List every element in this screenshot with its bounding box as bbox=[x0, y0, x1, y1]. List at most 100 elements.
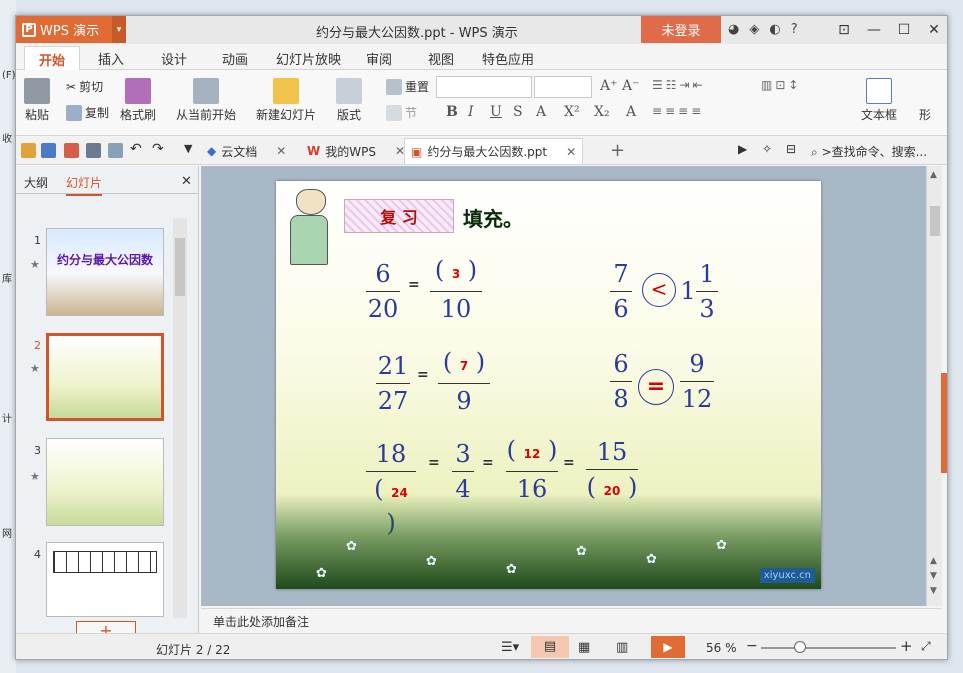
font-size-select[interactable] bbox=[534, 76, 592, 98]
close-icon[interactable]: ✕ bbox=[566, 145, 576, 159]
list-buttons[interactable]: ☰ ☷ ⇥ ⇤ bbox=[652, 78, 703, 92]
scroll-down-icon[interactable]: ▼ bbox=[930, 586, 937, 596]
from-current-button[interactable]: 从当前开始 bbox=[176, 78, 236, 123]
new-tab-icon[interactable]: + bbox=[610, 140, 625, 161]
slide-2[interactable]: 复 习 填充。 6 20 = ( 3 ) 10 21 27 = ( 7 ) 9 18( … bbox=[276, 181, 821, 589]
close-icon[interactable]: ✕ bbox=[181, 174, 192, 189]
zoom-out-icon[interactable]: − bbox=[746, 638, 758, 654]
number-list-icon[interactable]: ☷ bbox=[666, 78, 677, 92]
tab-outline[interactable]: 大纲 bbox=[24, 174, 48, 191]
print-icon[interactable] bbox=[86, 143, 101, 158]
bold-button[interactable]: B bbox=[446, 104, 458, 120]
restore-ribbon-icon[interactable]: ⊡ bbox=[829, 16, 859, 43]
tab-insert[interactable]: 插入 bbox=[98, 49, 124, 68]
skin-icon[interactable]: ◕ bbox=[728, 22, 739, 37]
dropdown-icon[interactable]: ▼ bbox=[184, 142, 192, 155]
zoom-slider-knob[interactable] bbox=[794, 641, 807, 653]
tab-design[interactable]: 设计 bbox=[161, 49, 187, 68]
cut-button[interactable]: ✂ 剪切 bbox=[66, 78, 103, 95]
slide-thumbnail-1[interactable]: 约分与最大公因数 bbox=[46, 228, 164, 316]
increase-font-icon[interactable]: A⁺ bbox=[600, 78, 618, 94]
decrease-font-icon[interactable]: A⁻ bbox=[622, 78, 640, 94]
doc-tab-cloud[interactable]: ◆ 云文档 ✕ bbox=[201, 138, 292, 164]
help-icon[interactable]: ? bbox=[791, 22, 798, 37]
scroll-up-icon[interactable]: ▲ bbox=[930, 170, 937, 180]
notes-area[interactable]: 单击此处添加备注 bbox=[201, 608, 941, 632]
minimize-button[interactable]: — bbox=[859, 16, 889, 43]
tab-view[interactable]: 视图 bbox=[428, 49, 454, 68]
tab-home[interactable]: 开始 bbox=[24, 46, 81, 70]
fit-window-icon[interactable]: ⤢ bbox=[921, 639, 931, 654]
canvas-scrollbar[interactable]: ▲ ▲ ▼ ▼ bbox=[926, 166, 942, 606]
zoom-slider[interactable] bbox=[761, 647, 896, 649]
strikethrough-button[interactable]: S bbox=[513, 104, 523, 120]
share-icon[interactable]: ▶ bbox=[738, 142, 747, 156]
doc-tab-mywps[interactable]: W 我的WPS ✕ bbox=[301, 138, 411, 164]
underline-button[interactable]: U bbox=[490, 104, 502, 120]
outdent-icon[interactable]: ⇤ bbox=[693, 78, 703, 92]
reset-button[interactable]: 重置 bbox=[386, 78, 429, 95]
copy-button[interactable]: 复制 bbox=[66, 104, 109, 121]
list-menu-icon[interactable]: ☰▾ bbox=[501, 640, 519, 655]
clear-format-icon[interactable]: A bbox=[626, 104, 636, 120]
align-left-icon[interactable]: ≡ bbox=[652, 104, 662, 118]
align-right-icon[interactable]: ≡ bbox=[678, 104, 688, 118]
zoom-in-icon[interactable]: + bbox=[900, 637, 913, 655]
border-icon[interactable]: ⊡ bbox=[775, 78, 785, 92]
prev-slide-icon[interactable]: ▲ bbox=[930, 556, 937, 566]
new-slide-button[interactable]: 新建幻灯片 bbox=[256, 78, 316, 123]
undo-icon[interactable]: ↶ bbox=[130, 141, 142, 157]
open-icon[interactable] bbox=[21, 143, 36, 158]
tab-special[interactable]: 特色应用 bbox=[482, 49, 534, 68]
reading-view-icon[interactable]: ▥ bbox=[616, 640, 628, 655]
chevron-down-icon[interactable]: ▾ bbox=[112, 16, 126, 43]
slide-thumbnail-2[interactable] bbox=[46, 333, 164, 421]
format-painter-button[interactable]: 格式刷 bbox=[120, 78, 156, 123]
section-button[interactable]: 节 bbox=[386, 104, 417, 121]
maximize-button[interactable]: ☐ bbox=[889, 16, 919, 43]
font-name-select[interactable] bbox=[436, 76, 532, 98]
close-icon[interactable]: ✕ bbox=[276, 144, 286, 158]
superscript-button[interactable]: X² bbox=[564, 104, 580, 120]
layout-button[interactable]: 版式 bbox=[336, 78, 362, 123]
indent-icon[interactable]: ⇥ bbox=[680, 78, 690, 92]
tab-animation[interactable]: 动画 bbox=[222, 49, 248, 68]
close-button[interactable]: ✕ bbox=[919, 16, 947, 43]
login-button[interactable]: 未登录 bbox=[641, 16, 721, 43]
columns-icon[interactable]: ▥ bbox=[761, 78, 772, 92]
justify-icon[interactable]: ≡ bbox=[691, 104, 701, 118]
tab-slideshow[interactable]: 幻灯片放映 bbox=[276, 49, 341, 68]
collapse-icon[interactable]: ⊟ bbox=[786, 142, 796, 156]
save-icon[interactable] bbox=[41, 143, 56, 158]
next-slide-icon[interactable]: ▼ bbox=[930, 571, 937, 581]
panel-scrollbar[interactable] bbox=[173, 218, 187, 618]
preview-icon[interactable] bbox=[108, 143, 123, 158]
feedback-icon[interactable]: ◐ bbox=[769, 22, 780, 37]
font-color-button[interactable]: A bbox=[536, 104, 546, 120]
table-buttons[interactable]: ▥ ⊡ ↕ bbox=[761, 78, 798, 92]
tools-icon[interactable]: ✧ bbox=[762, 142, 772, 156]
slide-thumbnail-4[interactable] bbox=[46, 542, 164, 617]
normal-view-button[interactable]: ▤ bbox=[531, 636, 569, 658]
tab-review[interactable]: 审阅 bbox=[366, 49, 392, 68]
textbox-button[interactable]: 文本框 bbox=[861, 78, 897, 123]
bullet-list-icon[interactable]: ☰ bbox=[652, 78, 663, 92]
redo-icon[interactable]: ↷ bbox=[152, 141, 164, 157]
paste-button[interactable]: 粘贴 bbox=[24, 78, 50, 123]
doc-tab-current[interactable]: ▣ 约分与最大公因数.ppt ✕ bbox=[404, 138, 584, 164]
align-buttons[interactable]: ≡ ≡ ≡ ≡ bbox=[652, 104, 701, 118]
sorter-view-icon[interactable]: ▦ bbox=[578, 640, 590, 655]
line-spacing-icon[interactable]: ↕ bbox=[788, 78, 798, 92]
subscript-button[interactable]: X₂ bbox=[594, 104, 610, 120]
tab-slides[interactable]: 幻灯片 bbox=[66, 174, 103, 196]
search-box[interactable]: ⌕ >查找命令、搜索... bbox=[811, 143, 927, 160]
italic-button[interactable]: I bbox=[468, 104, 474, 120]
box-icon[interactable]: ◈ bbox=[749, 22, 759, 37]
app-menu-button[interactable]: P WPS 演示 ▾ bbox=[16, 16, 126, 43]
scroll-thumb[interactable] bbox=[175, 238, 185, 296]
slide-thumbnail-3[interactable] bbox=[46, 438, 164, 526]
shape-button[interactable]: 形 bbox=[919, 106, 931, 123]
play-slideshow-button[interactable]: ▶ bbox=[651, 636, 685, 658]
scroll-thumb[interactable] bbox=[930, 206, 940, 236]
align-center-icon[interactable]: ≡ bbox=[665, 104, 675, 118]
